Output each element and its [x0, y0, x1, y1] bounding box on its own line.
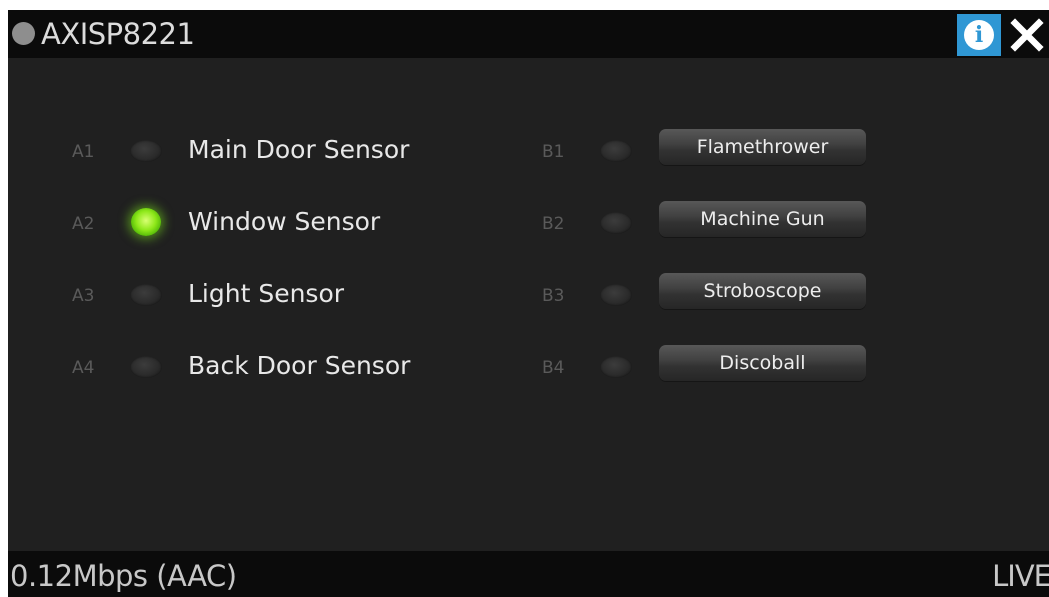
- info-button[interactable]: i: [957, 14, 1001, 56]
- output-toggle-button[interactable]: Flamethrower: [659, 129, 866, 165]
- input-name: Main Door Sensor: [188, 135, 410, 164]
- input-led-indicator: [130, 356, 162, 378]
- input-name: Window Sensor: [188, 207, 381, 236]
- output-led-indicator: [600, 140, 632, 162]
- input-port-label: A4: [72, 358, 95, 378]
- output-led-indicator: [600, 212, 632, 234]
- input-name: Light Sensor: [188, 279, 345, 308]
- output-toggle-button[interactable]: Stroboscope: [659, 273, 866, 309]
- output-port-label: B2: [542, 214, 565, 234]
- input-name: Back Door Sensor: [188, 351, 411, 380]
- device-title: AXISP8221: [41, 17, 195, 51]
- io-control-panel: AXISP8221 i A1 Main Door Sensor A2 Windo…: [8, 10, 1049, 597]
- live-indicator: LIVE: [992, 559, 1049, 593]
- status-dot-icon: [12, 22, 35, 45]
- title-bar: AXISP8221 i: [8, 10, 1049, 58]
- info-icon: i: [964, 20, 994, 50]
- output-led-indicator: [600, 356, 632, 378]
- input-port-label: A2: [72, 214, 95, 234]
- status-bar: 0.12Mbps (AAC) LIVE: [8, 551, 1049, 597]
- output-port-label: B3: [542, 286, 565, 306]
- output-led-indicator: [600, 284, 632, 306]
- input-port-label: A1: [72, 142, 95, 162]
- close-icon: [1010, 18, 1044, 52]
- output-port-label: B4: [542, 358, 565, 378]
- output-port-label: B1: [542, 142, 565, 162]
- input-port-label: A3: [72, 286, 95, 306]
- input-led-indicator-active: [131, 208, 161, 236]
- output-toggle-button[interactable]: Machine Gun: [659, 201, 866, 237]
- bitrate-readout: 0.12Mbps (AAC): [10, 559, 237, 593]
- input-led-indicator: [130, 140, 162, 162]
- output-toggle-button[interactable]: Discoball: [659, 345, 866, 381]
- input-led-indicator: [130, 284, 162, 306]
- close-button[interactable]: [1008, 16, 1046, 54]
